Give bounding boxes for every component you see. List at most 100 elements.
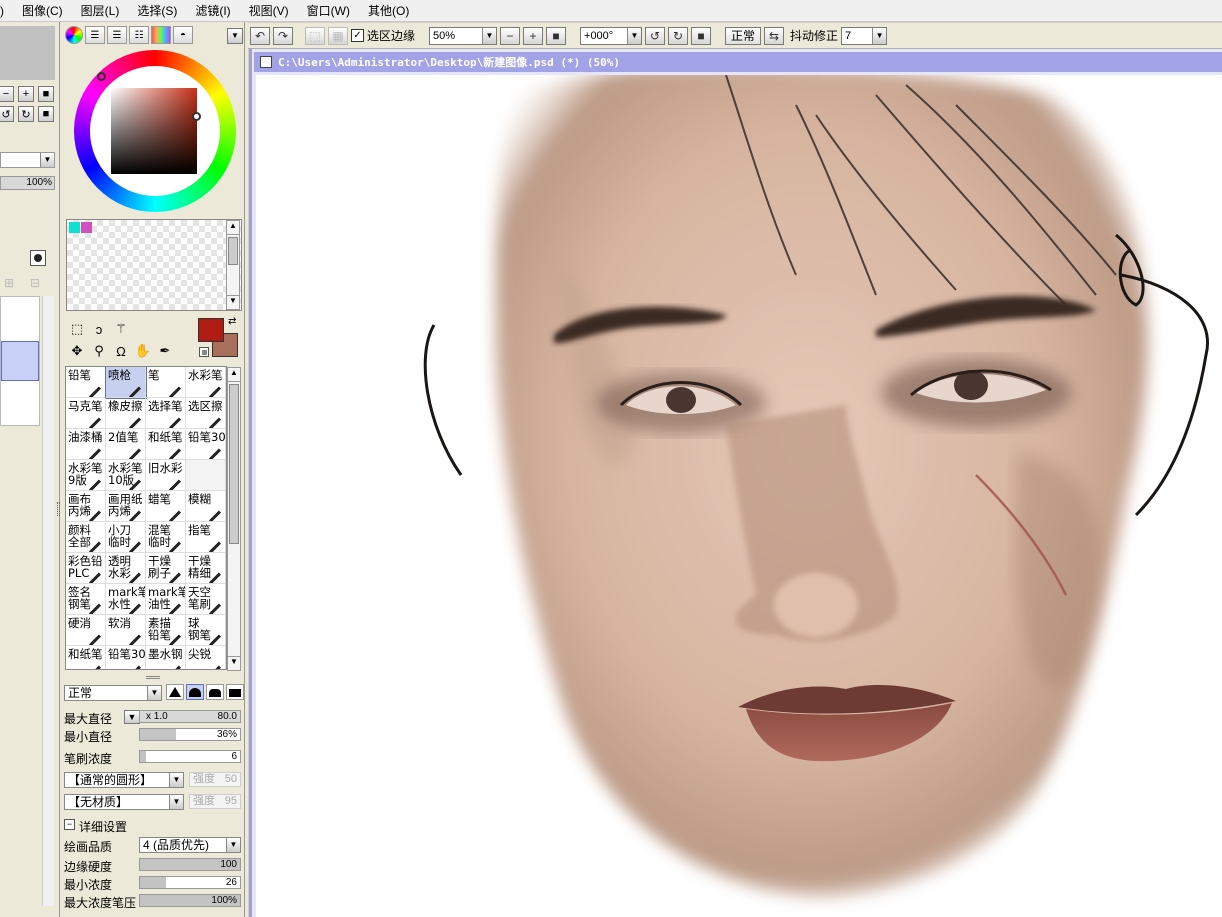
rotation-reset-button[interactable]: ■ — [691, 26, 712, 45]
collapse-icon[interactable]: − — [64, 819, 75, 830]
document-title-bar[interactable]: C:\Users\Administrator\Desktop\新建图像.psd … — [254, 52, 1222, 72]
reset-colors-icon[interactable] — [199, 347, 209, 357]
saturation-value-square[interactable] — [111, 88, 201, 174]
color-wheel-tab[interactable] — [65, 26, 83, 44]
brush-pencil30[interactable]: 铅笔30 — [186, 429, 226, 460]
brush-pencil[interactable]: 铅笔 — [66, 367, 106, 398]
brush-knife-temp[interactable]: 小刀 临时 — [106, 522, 146, 553]
rotate-right-button[interactable]: ↻ — [18, 106, 34, 122]
brush-empty[interactable] — [186, 460, 226, 491]
brush-old-watercolor[interactable]: 旧水彩 — [146, 460, 186, 491]
menu-image[interactable]: 图像(C) — [13, 2, 72, 19]
menu-window[interactable]: 窗口(W) — [298, 2, 359, 19]
brush-sign-pen[interactable]: 签名 钢笔 — [66, 584, 106, 615]
brush-bucket[interactable]: 油漆桶 — [66, 429, 106, 460]
sv-marker[interactable] — [192, 112, 201, 121]
swatch-scrollbar[interactable]: ▲ ▼ — [226, 220, 240, 310]
rotate-icon[interactable]: Ω — [112, 342, 130, 360]
layer-icon[interactable]: ⊞ — [4, 276, 14, 290]
brush-mark-water[interactable]: mark笔 水性 — [106, 584, 146, 615]
swap-colors-icon[interactable]: ⇄ — [228, 316, 236, 327]
menu-fragment[interactable]: ) — [0, 4, 13, 18]
foreground-color-swatch[interactable] — [198, 318, 224, 342]
color-swatches[interactable] — [66, 219, 242, 311]
mixer-tab[interactable]: ☷ — [129, 26, 149, 44]
blend-normal-button[interactable]: 正常 — [725, 26, 762, 45]
brush-sketch-pencil[interactable]: 素描 铅笔 — [146, 615, 186, 646]
shape-trapezoid-icon[interactable] — [206, 684, 224, 700]
layer-blend-select[interactable]: ▼ — [0, 152, 55, 168]
brush-color-pencil[interactable]: 彩色铅 PLC — [66, 553, 106, 584]
rect-select-icon[interactable]: ⬚ — [68, 320, 86, 338]
panel-menu-button[interactable]: ▼ — [227, 28, 243, 44]
brush-dry-fine[interactable]: 干燥 精细 — [186, 553, 226, 584]
selection-edge-checkbox[interactable]: ✓ — [351, 29, 364, 42]
move-icon[interactable]: ✥ — [68, 342, 86, 360]
layer-option-checkbox[interactable] — [30, 250, 46, 266]
texture-strength-field[interactable]: 强度 95 — [189, 794, 241, 809]
panel-separator[interactable] — [244, 22, 248, 917]
brush-grid-resize-handle[interactable] — [146, 676, 160, 679]
brush-pen[interactable]: 笔 — [146, 367, 186, 398]
brush-pencil30-2[interactable]: 铅笔30 — [106, 646, 146, 669]
max-pressure-slider[interactable]: 100% — [139, 894, 241, 907]
deselect-button[interactable]: ⬚ — [305, 26, 325, 45]
redo-button[interactable]: ↷ — [273, 26, 293, 45]
brush-paint-all[interactable]: 颜料 全部 — [66, 522, 106, 553]
brush-select-eraser[interactable]: 选区擦 — [186, 398, 226, 429]
brush-scrollbar[interactable]: ▲ ▼ — [227, 367, 241, 671]
brush-crayon[interactable]: 蜡笔 — [146, 491, 186, 522]
brush-blur[interactable]: 模糊 — [186, 491, 226, 522]
brush-eraser[interactable]: 橡皮擦 — [106, 398, 146, 429]
flip-button[interactable]: ⇆ — [764, 26, 785, 45]
brush-binary-pen[interactable]: 2值笔 — [106, 429, 146, 460]
rotate-left-button[interactable]: ↺ — [645, 26, 666, 45]
undo-button[interactable]: ↶ — [250, 26, 270, 45]
layer-item-selected[interactable] — [1, 341, 39, 381]
invert-selection-button[interactable]: ▦ — [328, 26, 348, 45]
brush-mark-oil[interactable]: mark笔 油性 — [146, 584, 186, 615]
size-multiplier-button[interactable]: ▼ — [124, 710, 140, 724]
stabilizer-select[interactable]: 7 ▼ — [841, 26, 888, 45]
brush-airbrush[interactable]: 喷枪 — [105, 367, 147, 399]
brush-watercolor[interactable]: 水彩笔 — [186, 367, 226, 398]
rotate-right-button[interactable]: ↻ — [668, 26, 689, 45]
menu-other[interactable]: 其他(O) — [359, 2, 418, 19]
swatch-magenta[interactable] — [81, 222, 92, 233]
brush-select-pen[interactable]: 选择笔 — [146, 398, 186, 429]
brush-watercolor10[interactable]: 水彩笔 10版 — [106, 460, 146, 491]
brush-shape-select[interactable]: 【通常的圆形】 ▼ — [64, 772, 184, 788]
rotate-left-button[interactable]: ↺ — [0, 106, 14, 122]
shape-strength-field[interactable]: 强度 50 — [189, 772, 241, 787]
layer-scrollbar[interactable] — [42, 296, 54, 906]
zoom-in-button[interactable]: + — [523, 26, 544, 45]
brush-paper-acrylic[interactable]: 画用纸 丙烯 — [106, 491, 146, 522]
hand-icon[interactable]: ✋ — [134, 342, 152, 360]
rgb-slider-tab[interactable]: ☰ — [85, 26, 105, 44]
layer-icon[interactable]: ⊟ — [30, 276, 40, 290]
brush-watercolor9[interactable]: 水彩笔 9版 — [66, 460, 106, 491]
minus-button[interactable]: − — [0, 86, 14, 102]
detail-settings-header[interactable]: 详细设置 — [79, 818, 127, 835]
min-size-slider[interactable]: 36% — [139, 728, 241, 741]
reset-button[interactable]: ■ — [38, 106, 54, 122]
blend-mode-select[interactable]: 正常 ▼ — [64, 685, 162, 701]
drawing-canvas[interactable] — [256, 75, 1222, 917]
brush-marker[interactable]: 马克笔 — [66, 398, 106, 429]
opacity-slider[interactable]: 100% — [0, 176, 55, 190]
hue-marker[interactable] — [97, 72, 106, 81]
brush-canvas-acrylic[interactable]: 画布 丙烯 — [66, 491, 106, 522]
brush-hard-erase[interactable]: 硬消 — [66, 615, 106, 646]
menu-layer[interactable]: 图层(L) — [72, 2, 129, 19]
zoom-select[interactable]: 50% ▼ — [429, 26, 498, 45]
brush-soft-erase[interactable]: 软消 — [106, 615, 146, 646]
shape-triangle-icon[interactable] — [166, 684, 184, 700]
brush-washi-pen-2[interactable]: 和纸笔 — [66, 646, 106, 669]
brush-finger[interactable]: 指笔 — [186, 522, 226, 553]
hsv-slider-tab[interactable]: ☰ — [107, 26, 127, 44]
edge-hardness-slider[interactable]: 100 — [139, 858, 241, 871]
shape-square-icon[interactable] — [226, 684, 244, 700]
navigator-preview[interactable] — [0, 26, 55, 80]
quality-select[interactable]: 4 (品质优先) ▼ — [139, 837, 241, 853]
brush-dry-brush[interactable]: 干燥 刷子 — [146, 553, 186, 584]
